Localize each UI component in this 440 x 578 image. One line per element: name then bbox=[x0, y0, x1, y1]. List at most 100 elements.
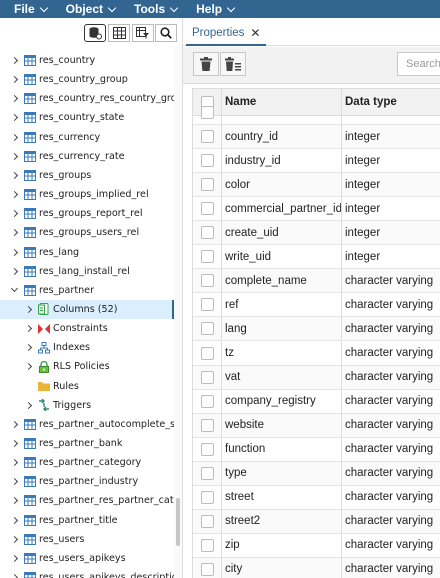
table-row[interactable]: zip character varying bbox=[193, 533, 440, 558]
chevron-right-icon[interactable] bbox=[10, 229, 18, 237]
tree-item-res-country-group[interactable]: res_country_group bbox=[0, 70, 174, 89]
chevron-right-icon[interactable] bbox=[10, 152, 18, 160]
row-checkbox[interactable] bbox=[200, 106, 214, 119]
search-objects-button[interactable] bbox=[155, 24, 177, 42]
row-checkbox[interactable] bbox=[200, 418, 214, 432]
chevron-right-icon[interactable] bbox=[10, 554, 18, 562]
tree-item-res-partner-industry[interactable]: res_partner_industry bbox=[0, 472, 174, 491]
chevron-right-icon[interactable] bbox=[10, 171, 18, 179]
row-checkbox[interactable] bbox=[200, 226, 214, 240]
tree-item-res-currency-rate[interactable]: res_currency_rate bbox=[0, 147, 174, 166]
table-row[interactable]: country_id integer bbox=[193, 125, 440, 150]
row-checkbox[interactable] bbox=[200, 562, 214, 576]
table-row[interactable]: commercial_partner_id integer bbox=[193, 197, 440, 222]
menu-object[interactable]: Object bbox=[66, 2, 117, 16]
chevron-right-icon[interactable] bbox=[24, 325, 32, 333]
tree-item-columns-52[interactable]: Columns (52) bbox=[0, 299, 174, 319]
row-checkbox[interactable] bbox=[200, 322, 214, 336]
chevron-right-icon[interactable] bbox=[10, 57, 18, 65]
delete-cascade-button[interactable] bbox=[220, 52, 246, 76]
row-checkbox[interactable] bbox=[200, 178, 214, 192]
row-checkbox[interactable] bbox=[200, 394, 214, 408]
search-input[interactable]: Search bbox=[397, 52, 440, 76]
chevron-right-icon[interactable] bbox=[10, 76, 18, 84]
chevron-right-icon[interactable] bbox=[10, 420, 18, 428]
row-checkbox[interactable] bbox=[200, 130, 214, 144]
table-row[interactable]: function character varying bbox=[193, 437, 440, 462]
panel-divider[interactable] bbox=[182, 18, 183, 578]
table-row[interactable]: company_registry character varying bbox=[193, 389, 440, 414]
chevron-right-icon[interactable] bbox=[10, 210, 18, 218]
chevron-right-icon[interactable] bbox=[10, 95, 18, 103]
table-row[interactable]: create_uid integer bbox=[193, 221, 440, 246]
chevron-right-icon[interactable] bbox=[10, 267, 18, 275]
menu-file[interactable]: File bbox=[14, 2, 48, 16]
tree-item-res-lang-install-rel[interactable]: res_lang_install_rel bbox=[0, 262, 174, 281]
tree-item-indexes[interactable]: Indexes bbox=[0, 338, 174, 357]
tree-item-res-currency[interactable]: res_currency bbox=[0, 128, 174, 147]
chevron-right-icon[interactable] bbox=[10, 248, 18, 256]
row-checkbox[interactable] bbox=[200, 346, 214, 360]
chevron-right-icon[interactable] bbox=[24, 305, 32, 313]
close-icon[interactable]: ✕ bbox=[250, 26, 260, 40]
chevron-right-icon[interactable] bbox=[10, 133, 18, 141]
chevron-right-icon[interactable] bbox=[10, 497, 18, 505]
table-row[interactable]: industry_id integer bbox=[193, 149, 440, 174]
chevron-right-icon[interactable] bbox=[10, 459, 18, 467]
tree-item-res-lang[interactable]: res_lang bbox=[0, 243, 174, 262]
menu-help[interactable]: Help bbox=[196, 2, 236, 16]
table-row[interactable]: color integer bbox=[193, 173, 440, 198]
chevron-right-icon[interactable] bbox=[10, 191, 18, 199]
chevron-right-icon[interactable] bbox=[24, 401, 32, 409]
view-data-button[interactable] bbox=[132, 24, 154, 42]
table-row[interactable]: type character varying bbox=[193, 461, 440, 486]
tree-item-rls-policies[interactable]: RLS Policies bbox=[0, 357, 174, 376]
tree-item-res-partner-autocomplete-sync[interactable]: res_partner_autocomplete_sync bbox=[0, 415, 174, 434]
table-row[interactable]: vat character varying bbox=[193, 365, 440, 390]
chevron-right-icon[interactable] bbox=[10, 535, 18, 543]
chevron-right-icon[interactable] bbox=[10, 114, 18, 122]
table-row[interactable]: tz character varying bbox=[193, 341, 440, 366]
tree-item-res-groups[interactable]: res_groups bbox=[0, 166, 174, 185]
row-checkbox[interactable] bbox=[200, 514, 214, 528]
row-checkbox[interactable] bbox=[200, 370, 214, 384]
table-row[interactable]: lang character varying bbox=[193, 317, 440, 342]
tree-item-triggers[interactable]: Triggers bbox=[0, 396, 174, 415]
row-checkbox[interactable] bbox=[200, 202, 214, 216]
table-row[interactable]: street character varying bbox=[193, 485, 440, 510]
table-row[interactable]: city character varying bbox=[193, 557, 440, 578]
row-checkbox[interactable] bbox=[200, 442, 214, 456]
tree-item-rules[interactable]: Rules bbox=[0, 377, 174, 396]
tree-item-res-partner[interactable]: res_partner bbox=[0, 281, 174, 300]
tree-item-res-groups-report-rel[interactable]: res_groups_report_rel bbox=[0, 204, 174, 223]
row-checkbox[interactable] bbox=[200, 466, 214, 480]
delete-button[interactable] bbox=[193, 52, 219, 76]
chevron-right-icon[interactable] bbox=[24, 363, 32, 371]
tree-item-res-groups-users-rel[interactable]: res_groups_users_rel bbox=[0, 223, 174, 242]
tree-item-res-partner-bank[interactable]: res_partner_bank bbox=[0, 434, 174, 453]
tree-item-constraints[interactable]: Constraints bbox=[0, 319, 174, 338]
row-checkbox[interactable] bbox=[200, 538, 214, 552]
object-explorer-button[interactable] bbox=[84, 24, 106, 42]
chevron-right-icon[interactable] bbox=[10, 516, 18, 524]
tree-item-res-users-apikeys-description[interactable]: res_users_apikeys_description bbox=[0, 568, 174, 578]
row-checkbox[interactable] bbox=[200, 298, 214, 312]
table-row[interactable]: complete_name character varying bbox=[193, 269, 440, 294]
tree-item-res-country-state[interactable]: res_country_state bbox=[0, 108, 174, 127]
row-checkbox[interactable] bbox=[200, 154, 214, 168]
table-row[interactable]: street2 character varying bbox=[193, 509, 440, 534]
tree-item-res-partner-res-partner-category-rel[interactable]: res_partner_res_partner_category_rel bbox=[0, 491, 174, 510]
table-row[interactable] bbox=[193, 101, 440, 125]
tree-item-res-users[interactable]: res_users bbox=[0, 530, 174, 549]
chevron-down-icon[interactable] bbox=[10, 286, 18, 294]
tab-properties[interactable]: Properties ✕ bbox=[186, 22, 267, 46]
query-tool-button[interactable] bbox=[108, 24, 130, 42]
chevron-right-icon[interactable] bbox=[10, 440, 18, 448]
chevron-right-icon[interactable] bbox=[10, 478, 18, 486]
tree-item-res-users-apikeys[interactable]: res_users_apikeys bbox=[0, 549, 174, 568]
chevron-right-icon[interactable] bbox=[24, 344, 32, 352]
row-checkbox[interactable] bbox=[200, 250, 214, 264]
tree-scrollbar-thumb[interactable] bbox=[176, 498, 180, 546]
row-checkbox[interactable] bbox=[200, 490, 214, 504]
tree-item-res-groups-implied-rel[interactable]: res_groups_implied_rel bbox=[0, 185, 174, 204]
